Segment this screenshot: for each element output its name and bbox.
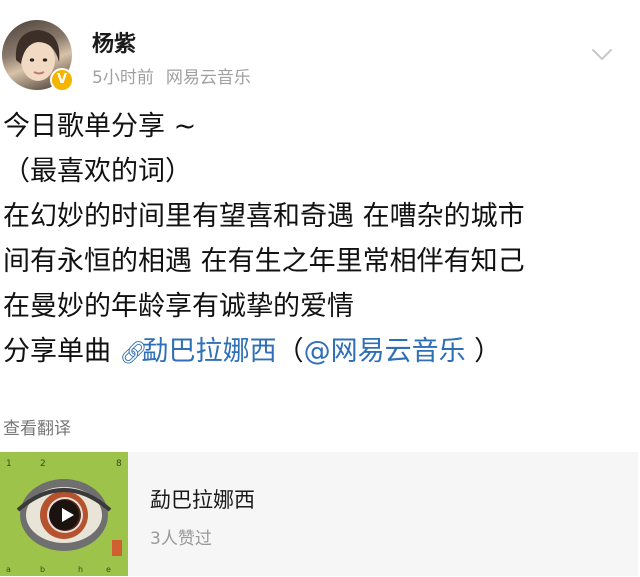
post-line: 在曼妙的年龄享有诚挚的爱情 xyxy=(3,291,354,322)
chevron-down-icon[interactable] xyxy=(590,42,614,66)
album-cover[interactable]: 1 2 8 a b h e xyxy=(0,452,128,576)
cover-bottom-text: h xyxy=(78,565,83,574)
post-line: 间有永恒的相遇 在有生之年里常相伴有知己 xyxy=(3,246,525,277)
source-close: ） xyxy=(465,336,502,367)
verified-badge-icon: V xyxy=(50,68,74,92)
cover-top-text: 1 xyxy=(6,459,12,469)
cover-bottom-text: e xyxy=(106,565,111,574)
like-count: 3人赞过 xyxy=(150,529,212,549)
play-icon[interactable] xyxy=(47,497,83,533)
share-line: 分享单曲 🔗︎勐巴拉娜西（@网易云音乐 ） xyxy=(3,329,638,376)
post-header: V 杨紫 5小时前 网易云音乐 xyxy=(0,0,640,100)
post-line: 今日歌单分享 ~ xyxy=(3,111,197,142)
post-time: 5小时前 xyxy=(92,68,154,88)
username[interactable]: 杨紫 xyxy=(92,26,136,58)
cover-bottom-text: a xyxy=(6,565,11,574)
translate-button[interactable]: 查看翻译 xyxy=(3,414,71,439)
music-card[interactable]: 1 2 8 a b h e 勐巴拉娜西 3人赞过 xyxy=(0,452,638,576)
post-body: 今日歌单分享 ~ （最喜欢的词） 在幻妙的时间里有望喜和奇遇 在嘈杂的城市 间有… xyxy=(3,104,638,376)
song-link[interactable]: 勐巴拉娜西 xyxy=(142,336,277,367)
cover-bottom-text: b xyxy=(40,565,45,574)
post-meta: 5小时前 网易云音乐 xyxy=(92,63,251,88)
cover-top-text: 8 xyxy=(116,459,122,469)
post-line: （最喜欢的词） xyxy=(3,156,192,187)
post-source[interactable]: 网易云音乐 xyxy=(166,68,251,88)
share-prefix: 分享单曲 xyxy=(3,336,111,367)
link-icon: 🔗︎ xyxy=(119,341,148,366)
post-line: 在幻妙的时间里有望喜和奇遇 在嘈杂的城市 xyxy=(3,201,525,232)
source-open: （ xyxy=(276,336,304,367)
cover-top-text: 2 xyxy=(40,459,46,469)
song-title[interactable]: 勐巴拉娜西 xyxy=(150,484,255,514)
source-link[interactable]: @网易云音乐 xyxy=(304,336,466,367)
